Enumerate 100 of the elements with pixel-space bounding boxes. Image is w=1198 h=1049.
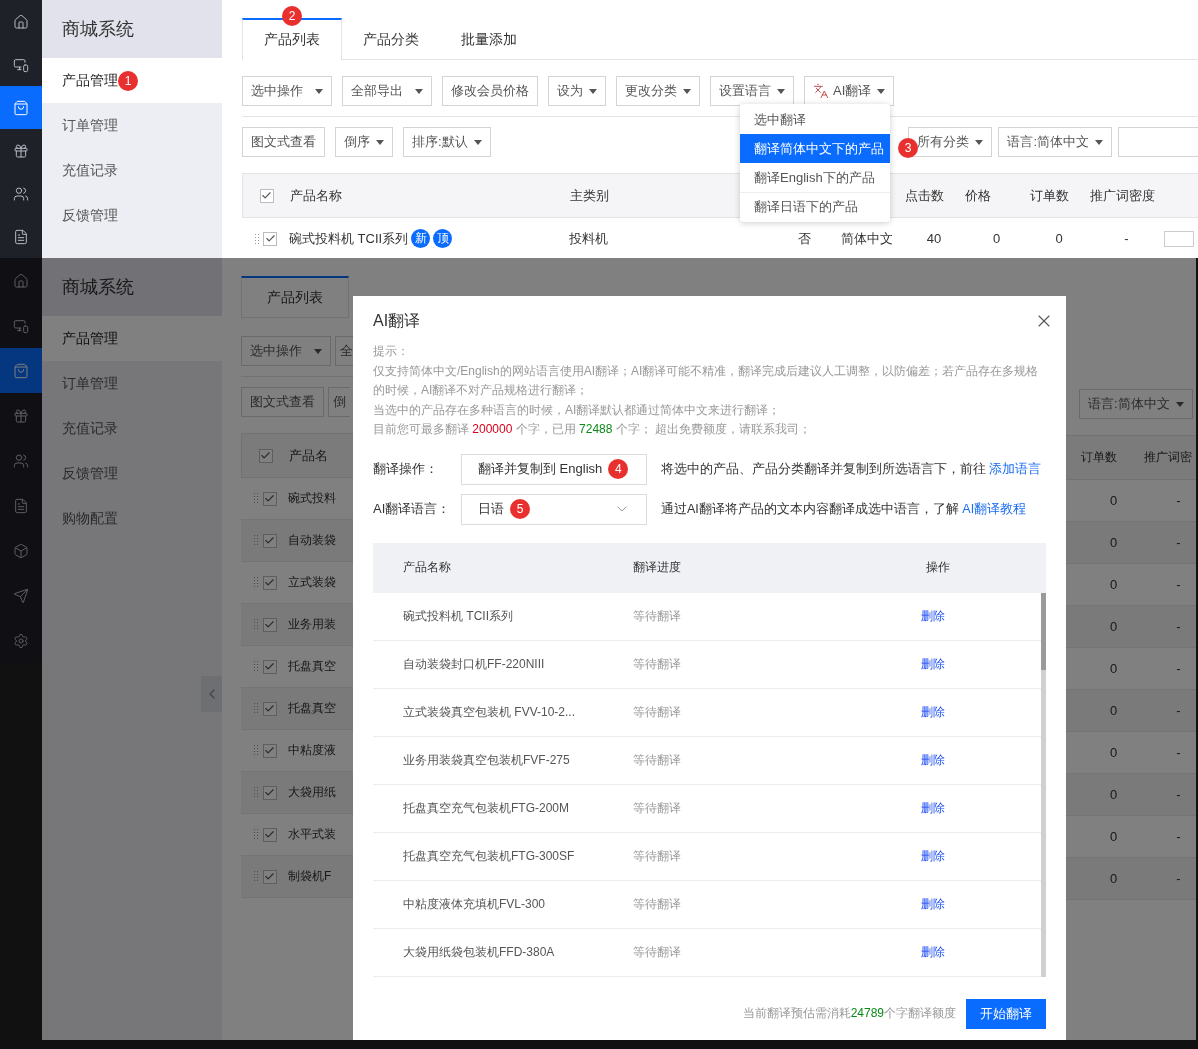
ai-translate-button[interactable]: AI翻译 — [804, 76, 895, 106]
delete-link[interactable]: 删除 — [921, 607, 945, 625]
product-name: 业务用装 — [288, 616, 336, 633]
delete-link[interactable]: 删除 — [921, 799, 945, 817]
select-field[interactable]: 翻译并复制到 English 4 — [461, 453, 647, 485]
product-name: 水平式装 — [288, 826, 336, 843]
checkbox[interactable] — [258, 448, 273, 463]
toolbar-button[interactable]: 图文式查看 — [242, 127, 325, 157]
step-badge: 3 — [898, 138, 918, 158]
tab[interactable]: 产品分类 — [342, 18, 440, 60]
field-note: 将选中的产品、产品分类翻译并复制到所选语言下，前往 添加语言 — [661, 460, 1042, 478]
table-cell-text: - — [1123, 231, 1130, 246]
toolbar-button[interactable]: 倒 — [328, 387, 350, 417]
paper-plane-icon — [13, 587, 29, 604]
tab[interactable]: 批量添加 — [440, 18, 538, 60]
status-text: 等待翻译 — [633, 703, 682, 721]
home-icon — [13, 272, 29, 289]
delete-link[interactable]: 删除 — [921, 655, 945, 673]
table-cell-text: 40 — [925, 231, 943, 246]
delete-link[interactable]: 删除 — [921, 943, 945, 961]
step-badge: 5 — [510, 499, 530, 519]
status-text: 等待翻译 — [633, 943, 682, 961]
table-cell-text: - — [1175, 535, 1182, 550]
dropdown-button[interactable]: 语言:简体中文 — [998, 127, 1112, 157]
link[interactable]: AI翻译教程 — [962, 501, 1027, 516]
checkbox[interactable] — [262, 659, 277, 674]
dropdown-button[interactable]: 语言:简体中文 — [1079, 389, 1193, 419]
status-text: 等待翻译 — [633, 799, 682, 817]
column-header: 推广词密 — [1143, 449, 1192, 466]
search-field[interactable] — [1118, 127, 1198, 157]
table-cell-text: 0 — [1108, 535, 1119, 550]
checkbox[interactable] — [262, 785, 277, 800]
table-cell-text: 0 — [1108, 745, 1119, 760]
checkbox[interactable] — [262, 491, 277, 506]
table-cell-text: 0 — [1054, 231, 1064, 246]
start-translate-button[interactable]: 开始翻译 — [966, 998, 1046, 1029]
checkbox[interactable] — [263, 231, 277, 246]
table-cell-text: 0 — [1108, 829, 1119, 844]
nav-item[interactable]: 反馈管理 — [42, 193, 222, 238]
checkbox[interactable] — [259, 188, 274, 203]
column-header: 点击数 — [905, 186, 945, 205]
link[interactable]: 添加语言 — [989, 461, 1042, 476]
dropdown-button[interactable]: 选中操作 — [242, 76, 332, 106]
delete-link[interactable]: 删除 — [921, 751, 945, 769]
dropdown-button[interactable]: 设为 — [548, 76, 606, 106]
checkbox[interactable] — [262, 617, 277, 632]
column-header: 产品名称 — [290, 186, 343, 205]
delete-link[interactable]: 删除 — [921, 895, 945, 913]
step-badge: 1 — [118, 70, 138, 91]
gift-icon — [13, 407, 29, 424]
dropdown-button[interactable]: 选中操作 — [241, 336, 331, 366]
status-text: 等待翻译 — [633, 607, 682, 625]
nav-item[interactable]: 产品管理 1 — [42, 58, 222, 103]
scrollbar-thumb[interactable] — [1041, 592, 1046, 670]
table-cell-text: - — [1175, 703, 1182, 718]
column-header: 翻译进度 — [633, 559, 682, 576]
collapse-button[interactable] — [201, 676, 222, 712]
nav-title: 商城系统 — [42, 0, 222, 58]
estimate-text: 当前翻译预估需消耗24789个字翻译额度 — [742, 1005, 956, 1022]
delete-link[interactable]: 删除 — [921, 703, 945, 721]
column-header: 产品名 — [289, 446, 328, 465]
checkbox[interactable] — [262, 533, 277, 548]
dropdown-button[interactable]: 倒序 — [335, 127, 393, 157]
menu-item[interactable]: 翻译English下的产品 — [740, 163, 890, 192]
nav-item[interactable]: 充值记录 — [42, 148, 222, 193]
dropdown-button[interactable]: 设置语言 — [710, 76, 794, 106]
tag-badge: 顶 — [433, 229, 453, 248]
translate-icon — [813, 83, 829, 99]
tab[interactable]: 产品列表 — [241, 276, 349, 318]
bag-icon — [13, 362, 29, 379]
quota-text: 目前您可最多翻译 200000 个字，已用 72488 个字； 超出免费额度，请联系我司； — [373, 421, 813, 438]
dropdown-button[interactable]: 更改分类 — [616, 76, 700, 106]
product-name: 托盘真空 — [288, 700, 336, 717]
checkbox[interactable] — [262, 701, 277, 716]
users-icon — [13, 452, 29, 469]
nav-item[interactable]: 订单管理 — [42, 103, 222, 148]
nav-item[interactable]: 产品管理 — [42, 316, 222, 361]
delete-link[interactable]: 删除 — [921, 847, 945, 865]
checkbox[interactable] — [262, 827, 277, 842]
select-field[interactable]: 日语 5 — [461, 493, 647, 525]
checkbox[interactable] — [262, 575, 277, 590]
product-name: 碗式投料 — [288, 490, 336, 507]
step-badge: 4 — [608, 459, 629, 479]
step-badge: 2 — [282, 6, 302, 26]
menu-item[interactable]: 翻译日语下的产品 — [740, 192, 890, 221]
cube-icon — [13, 542, 29, 559]
dropdown-button[interactable]: 全部导出 — [342, 76, 432, 106]
toolbar-button[interactable]: 修改会员价格 — [442, 76, 538, 106]
table-cell-text: 0 — [1108, 619, 1119, 634]
table-cell-text: 大袋用纸袋包装机FFD-380A — [403, 943, 556, 961]
checkbox[interactable] — [262, 869, 277, 884]
input-field[interactable] — [1164, 230, 1194, 247]
checkbox[interactable] — [262, 743, 277, 758]
toolbar-button[interactable]: 图文式查看 — [241, 387, 324, 417]
menu-item[interactable]: 选中翻译 — [740, 105, 890, 134]
table-cell-text: - — [1175, 493, 1182, 508]
table-cell-text: - — [1175, 577, 1182, 592]
dropdown-button[interactable]: 排序:默认 — [403, 127, 491, 157]
table-cell-text: 托盘真空充气包装机FTG-200M — [403, 799, 570, 817]
table-cell-text: 0 — [1108, 787, 1119, 802]
